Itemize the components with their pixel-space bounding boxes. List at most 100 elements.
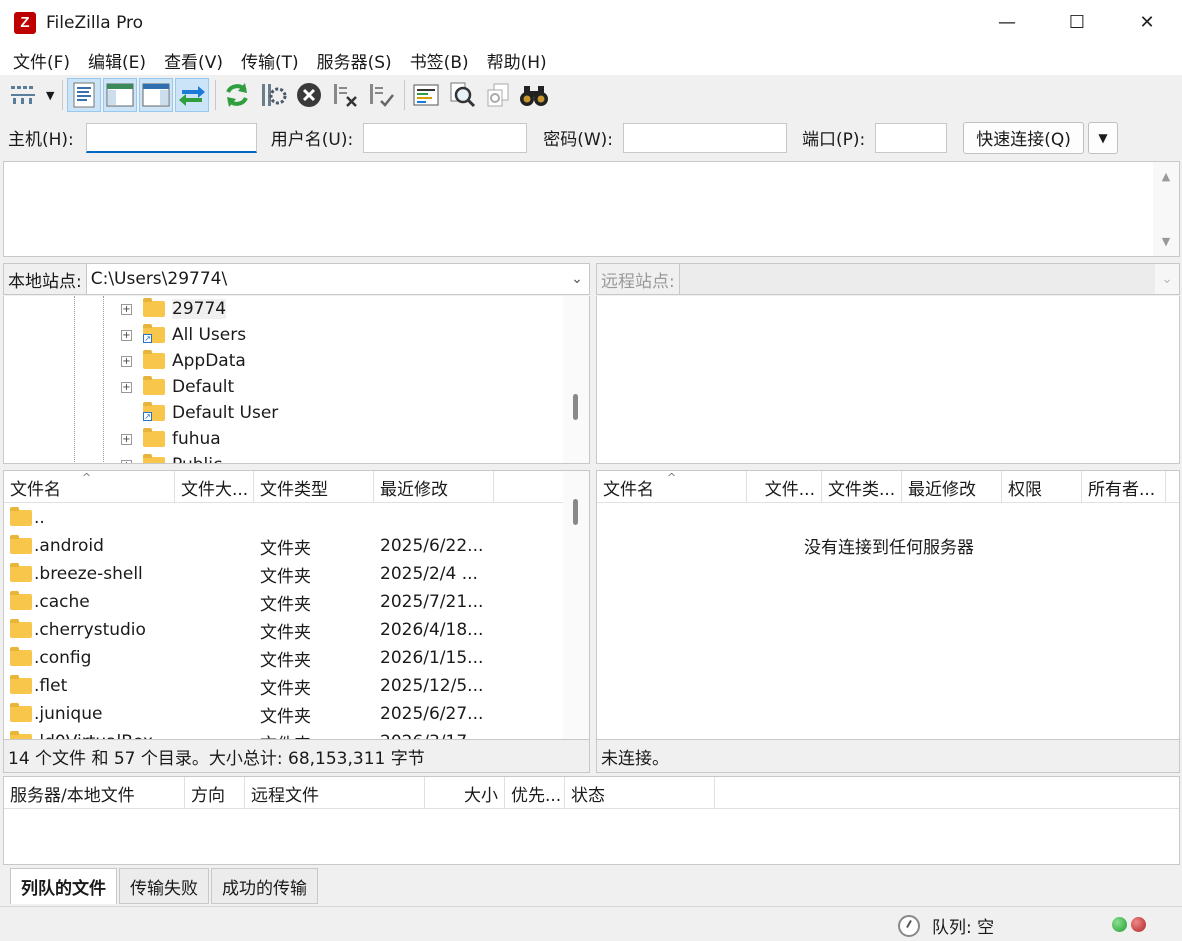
chevron-down-icon[interactable]: ⌄ — [565, 271, 589, 287]
menu-edit[interactable]: 编辑(E) — [79, 48, 155, 73]
local-file-list-scrollbar[interactable] — [563, 471, 589, 739]
reconnect-icon[interactable] — [364, 78, 398, 112]
username-input[interactable] — [363, 122, 528, 153]
host-input[interactable] — [85, 122, 257, 153]
expand-icon[interactable]: + — [121, 355, 132, 367]
file-name: .breeze-shell — [34, 564, 143, 584]
refresh-icon[interactable] — [220, 78, 254, 112]
expand-icon[interactable]: + — [121, 459, 132, 463]
file-row[interactable]: .flet 文件夹 2025/12/5... — [4, 672, 483, 700]
remote-directory-tree[interactable] — [596, 296, 1180, 464]
toggle-transfer-queue-icon[interactable] — [175, 78, 210, 112]
file-row[interactable]: .android 文件夹 2025/6/22... — [4, 532, 483, 560]
folder-icon — [10, 591, 32, 610]
sync-browse-icon[interactable] — [481, 78, 515, 112]
host-label: 主机(H): — [8, 130, 74, 150]
file-row[interactable]: .breeze-shell 文件夹 2025/2/4 ... — [4, 560, 478, 588]
menu-bookmarks[interactable]: 书签(B) — [401, 48, 478, 73]
dropdown-arrow-icon[interactable]: ▼ — [46, 89, 54, 102]
file-row[interactable]: .cherrystudio 文件夹 2026/4/18... — [4, 616, 483, 644]
transfer-queue[interactable]: 服务器/本地文件 方向 远程文件 大小 优先... 状态 — [3, 776, 1180, 865]
toolbar-separator — [215, 80, 217, 110]
file-modified: 2025/7/21... — [380, 592, 484, 612]
file-row[interactable]: .cache 文件夹 2025/7/21... — [4, 588, 483, 616]
remote-file-list[interactable]: 文件名 ^ 文件... 文件类... 最近修改 权限 所有者... 没有连接到任何… — [596, 470, 1180, 740]
menu-transfer[interactable]: 传输(T) — [232, 48, 308, 73]
column-modified[interactable]: 最近修改 — [902, 471, 1002, 503]
tab-failed-transfers[interactable]: 传输失败 — [119, 868, 209, 904]
column-local-file[interactable]: 服务器/本地文件 — [4, 777, 185, 809]
menu-server[interactable]: 服务器(S) — [308, 48, 401, 73]
password-input[interactable] — [623, 122, 788, 153]
menu-view[interactable]: 查看(V) — [155, 48, 232, 73]
menu-file[interactable]: 文件(F) — [4, 48, 79, 73]
scrollbar-thumb[interactable] — [573, 394, 578, 420]
disconnect-icon[interactable] — [328, 78, 362, 112]
column-filetype[interactable]: 文件类型 — [254, 471, 374, 503]
tree-item[interactable]: + 29774 — [4, 296, 564, 322]
file-row[interactable]: .. — [4, 504, 45, 532]
column-priority[interactable]: 优先... — [505, 777, 565, 809]
speed-limit-gauge-icon[interactable] — [898, 914, 920, 937]
expand-icon[interactable]: + — [121, 329, 132, 341]
filename-filter-icon[interactable] — [409, 78, 443, 112]
folder-icon — [10, 647, 32, 666]
toggle-dir-compare-icon[interactable] — [445, 78, 479, 112]
tree-item[interactable]: + AppData — [4, 348, 564, 374]
file-type: 文件夹 — [260, 538, 311, 559]
quickconnect-button[interactable]: 快速连接(Q) — [963, 121, 1084, 154]
cancel-icon[interactable] — [292, 78, 326, 112]
local-directory-tree[interactable]: + 29774 + ↗ All Users + AppData + Defaul… — [3, 296, 590, 464]
minimize-button[interactable]: — — [972, 0, 1042, 45]
quickconnect-history-dropdown[interactable]: ▼ — [1087, 121, 1118, 154]
tree-item[interactable]: + fuhua — [4, 426, 564, 452]
message-log[interactable]: ▲ ▼ — [3, 161, 1180, 257]
column-filesize[interactable]: 文件大... — [175, 471, 254, 503]
column-filename[interactable]: 文件名 ^ — [4, 471, 175, 503]
scroll-down-icon[interactable]: ▼ — [1153, 235, 1179, 248]
local-site-path[interactable]: C:\Users\29774\ — [87, 269, 565, 289]
folder-shortcut-icon: ↗ — [143, 324, 165, 343]
scroll-up-icon[interactable]: ▲ — [1153, 170, 1179, 183]
tree-item[interactable]: + ↗ All Users — [4, 322, 564, 348]
tree-item[interactable]: ↗ Default User — [4, 400, 564, 426]
tab-successful-transfers[interactable]: 成功的传输 — [211, 868, 318, 904]
toggle-message-log-icon[interactable] — [67, 78, 102, 112]
toggle-local-tree-icon[interactable] — [103, 78, 138, 112]
close-button[interactable]: ✕ — [1112, 0, 1182, 45]
column-filetype[interactable]: 文件类... — [822, 471, 902, 503]
file-row[interactable]: .junique 文件夹 2025/6/27... — [4, 700, 483, 728]
tree-item[interactable]: + Public — [4, 452, 564, 463]
scrollbar-thumb[interactable] — [573, 499, 578, 525]
column-direction[interactable]: 方向 — [185, 777, 245, 809]
column-status[interactable]: 状态 — [565, 777, 715, 809]
search-remote-icon[interactable] — [517, 78, 551, 112]
local-file-list[interactable]: 文件名 ^ 文件大... 文件类型 最近修改 .. .android 文件夹 2025… — [3, 470, 590, 740]
maximize-button[interactable]: ☐ — [1042, 0, 1112, 45]
column-filesize[interactable]: 文件... — [747, 471, 822, 503]
column-owner[interactable]: 所有者... — [1082, 471, 1166, 503]
tab-queued-files[interactable]: 列队的文件 — [10, 868, 117, 904]
file-row[interactable]: .config 文件夹 2026/1/15... — [4, 644, 483, 672]
expand-icon[interactable]: + — [121, 433, 132, 445]
tree-item[interactable]: + Default — [4, 374, 564, 400]
status-bar: 队列: 空 — [0, 906, 1182, 941]
folder-icon — [143, 454, 165, 463]
column-remote-file[interactable]: 远程文件 — [245, 777, 425, 809]
toolbar-separator — [404, 80, 406, 110]
message-log-scrollbar[interactable]: ▲ ▼ — [1153, 162, 1179, 256]
column-permissions[interactable]: 权限 — [1002, 471, 1082, 503]
process-queue-icon[interactable] — [256, 78, 290, 112]
port-input[interactable] — [875, 122, 948, 153]
menu-help[interactable]: 帮助(H) — [478, 48, 556, 73]
expand-icon[interactable]: + — [121, 381, 132, 393]
column-filename[interactable]: 文件名 ^ — [597, 471, 747, 503]
site-manager-icon[interactable] — [6, 78, 40, 112]
toggle-remote-tree-icon[interactable] — [139, 78, 174, 112]
column-modified[interactable]: 最近修改 — [374, 471, 494, 503]
expand-icon[interactable]: + — [121, 303, 132, 315]
local-tree-scrollbar[interactable] — [563, 296, 589, 463]
folder-icon — [143, 428, 165, 447]
file-type: 文件夹 — [260, 650, 311, 671]
column-size[interactable]: 大小 — [425, 777, 505, 809]
